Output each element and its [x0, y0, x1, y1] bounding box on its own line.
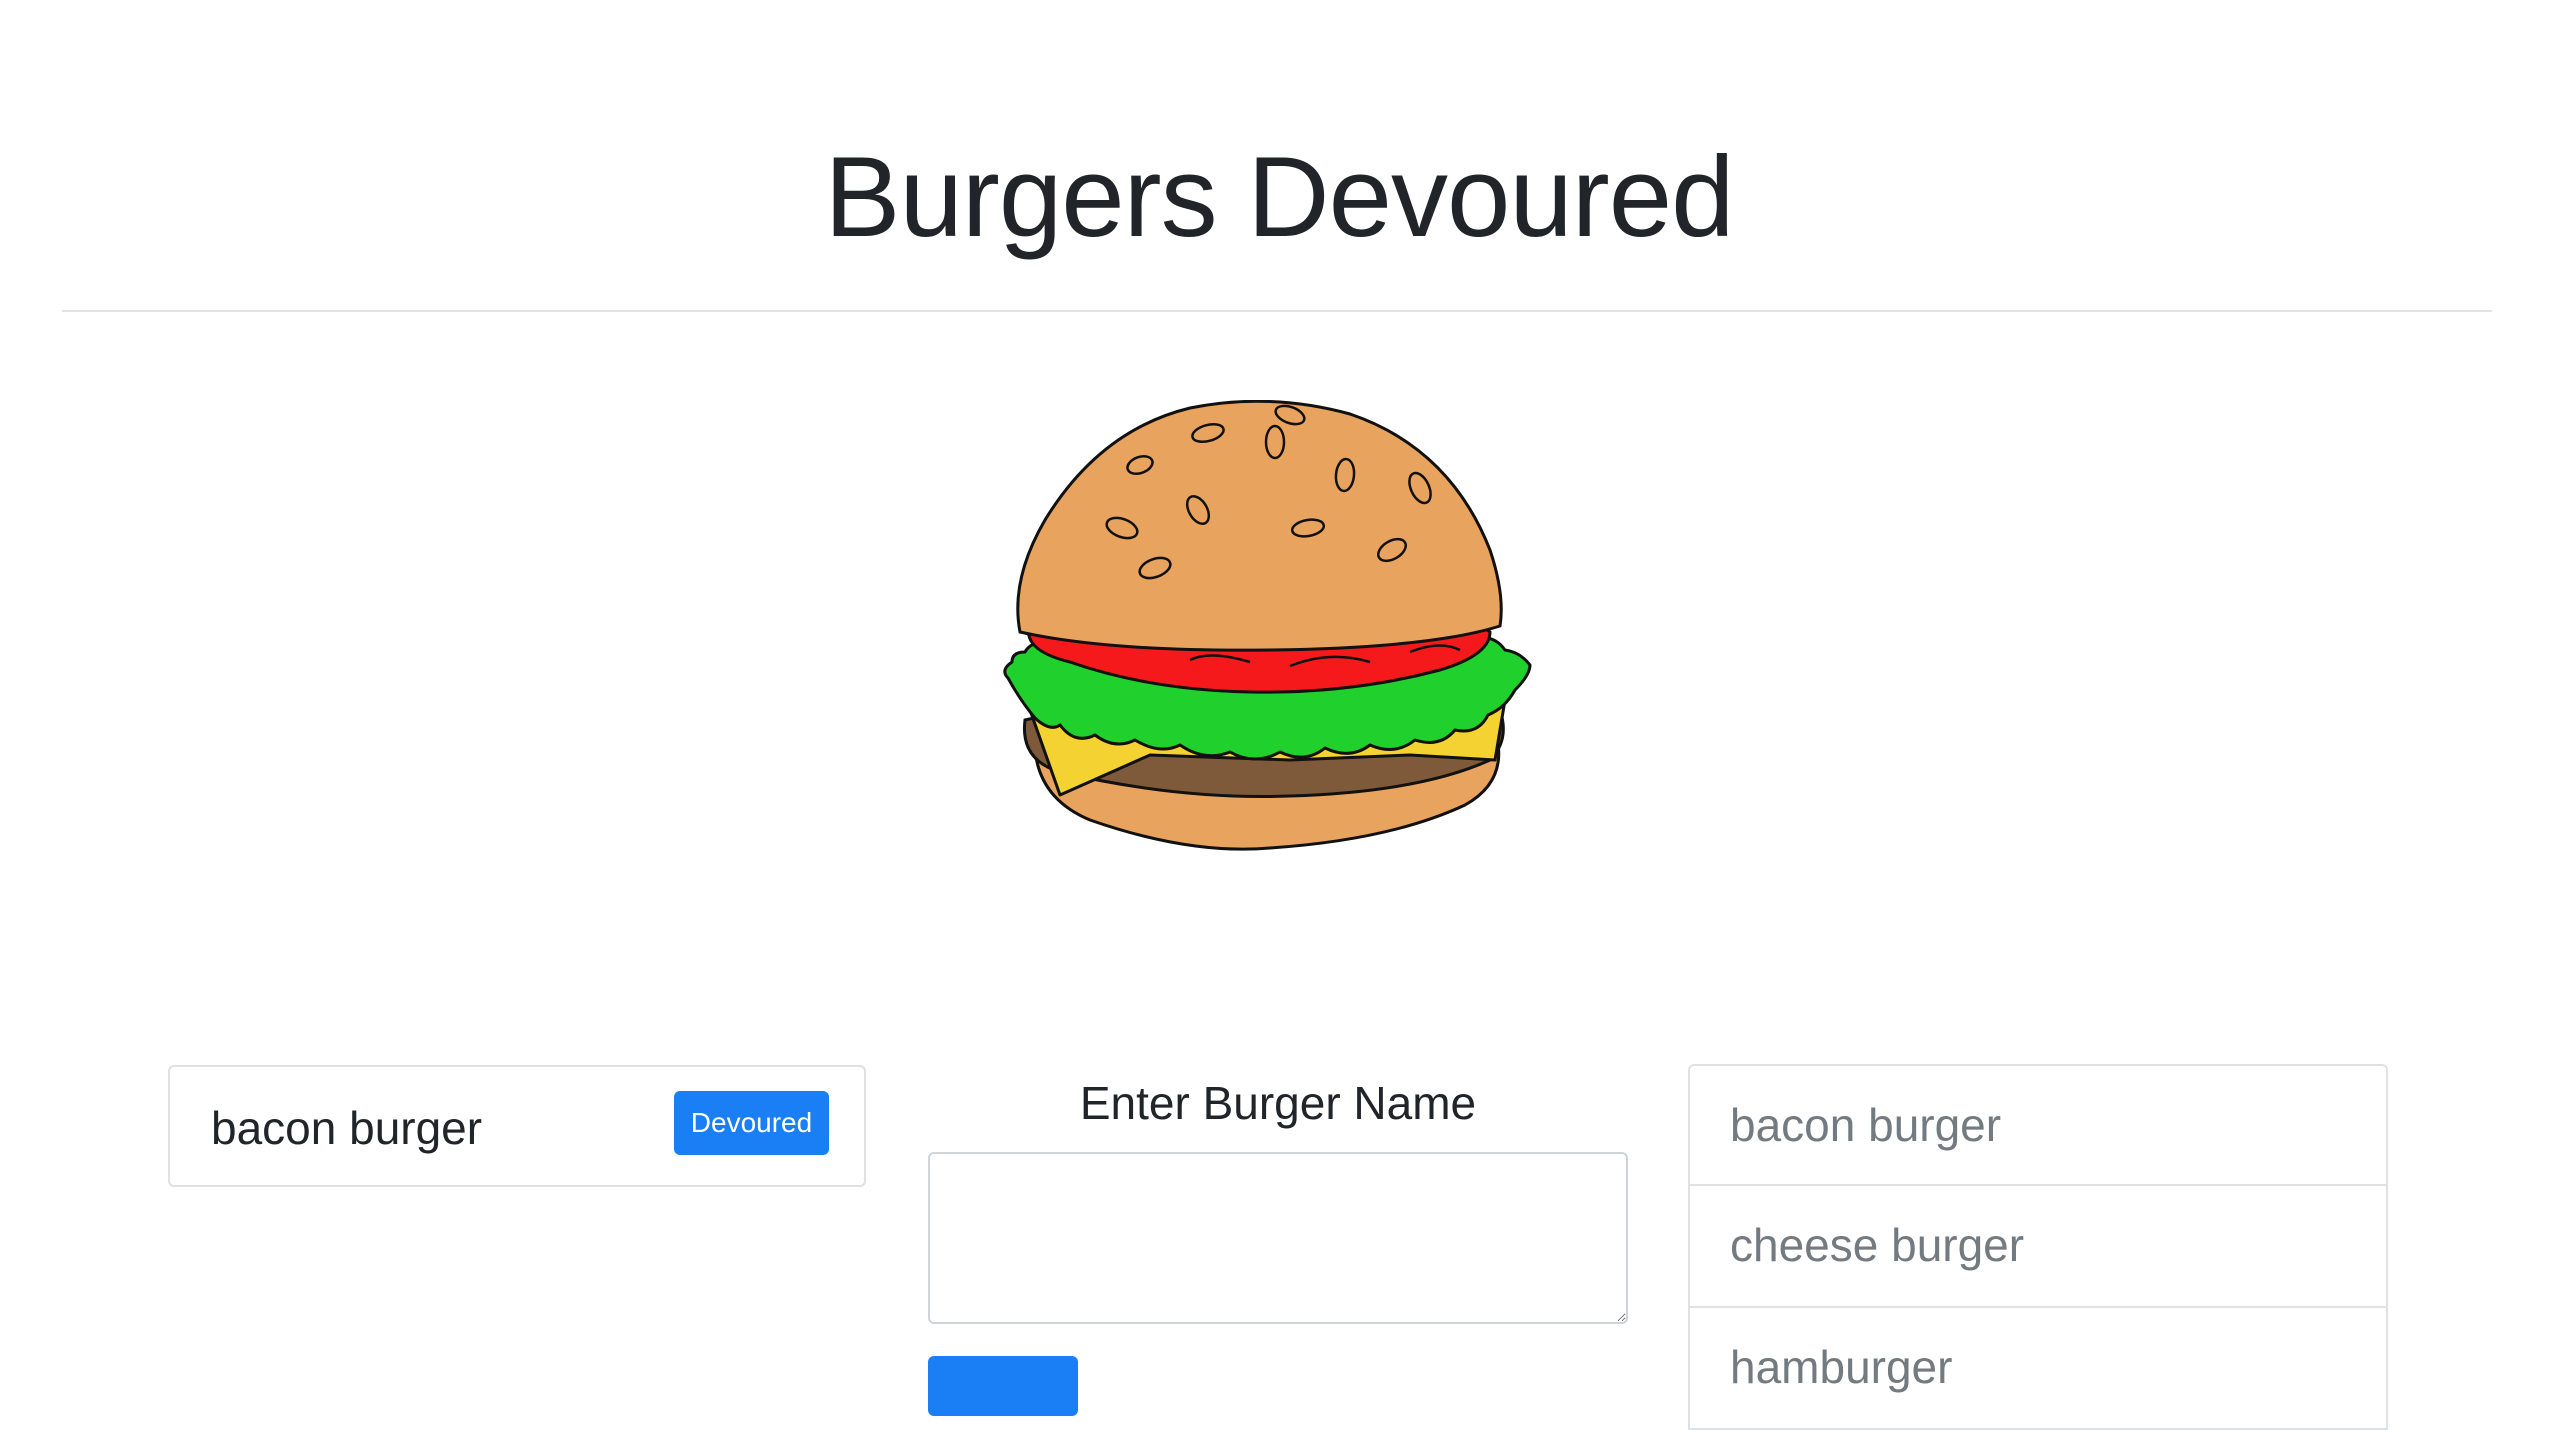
top-bun — [1016, 400, 1503, 652]
submit-button[interactable] — [928, 1356, 1078, 1416]
burger-name-input[interactable] — [928, 1152, 1628, 1324]
list-item[interactable]: cheese burger — [1688, 1186, 2388, 1308]
burger-illustration-icon — [1003, 400, 1532, 851]
list-item[interactable]: hamburger — [1688, 1308, 2388, 1430]
header-divider — [62, 310, 2492, 312]
burger-list: bacon burger cheese burger hamburger — [1688, 1064, 2388, 1430]
burger-name-label: Enter Burger Name — [1079, 1077, 1477, 1129]
devoured-burger-name: bacon burger — [211, 1102, 483, 1154]
devoured-button[interactable]: Devoured — [674, 1091, 829, 1155]
page-title: Burgers Devoured — [824, 134, 1734, 261]
devoured-list-card: bacon burger Devoured — [168, 1065, 866, 1187]
list-item[interactable]: bacon burger — [1688, 1064, 2388, 1186]
